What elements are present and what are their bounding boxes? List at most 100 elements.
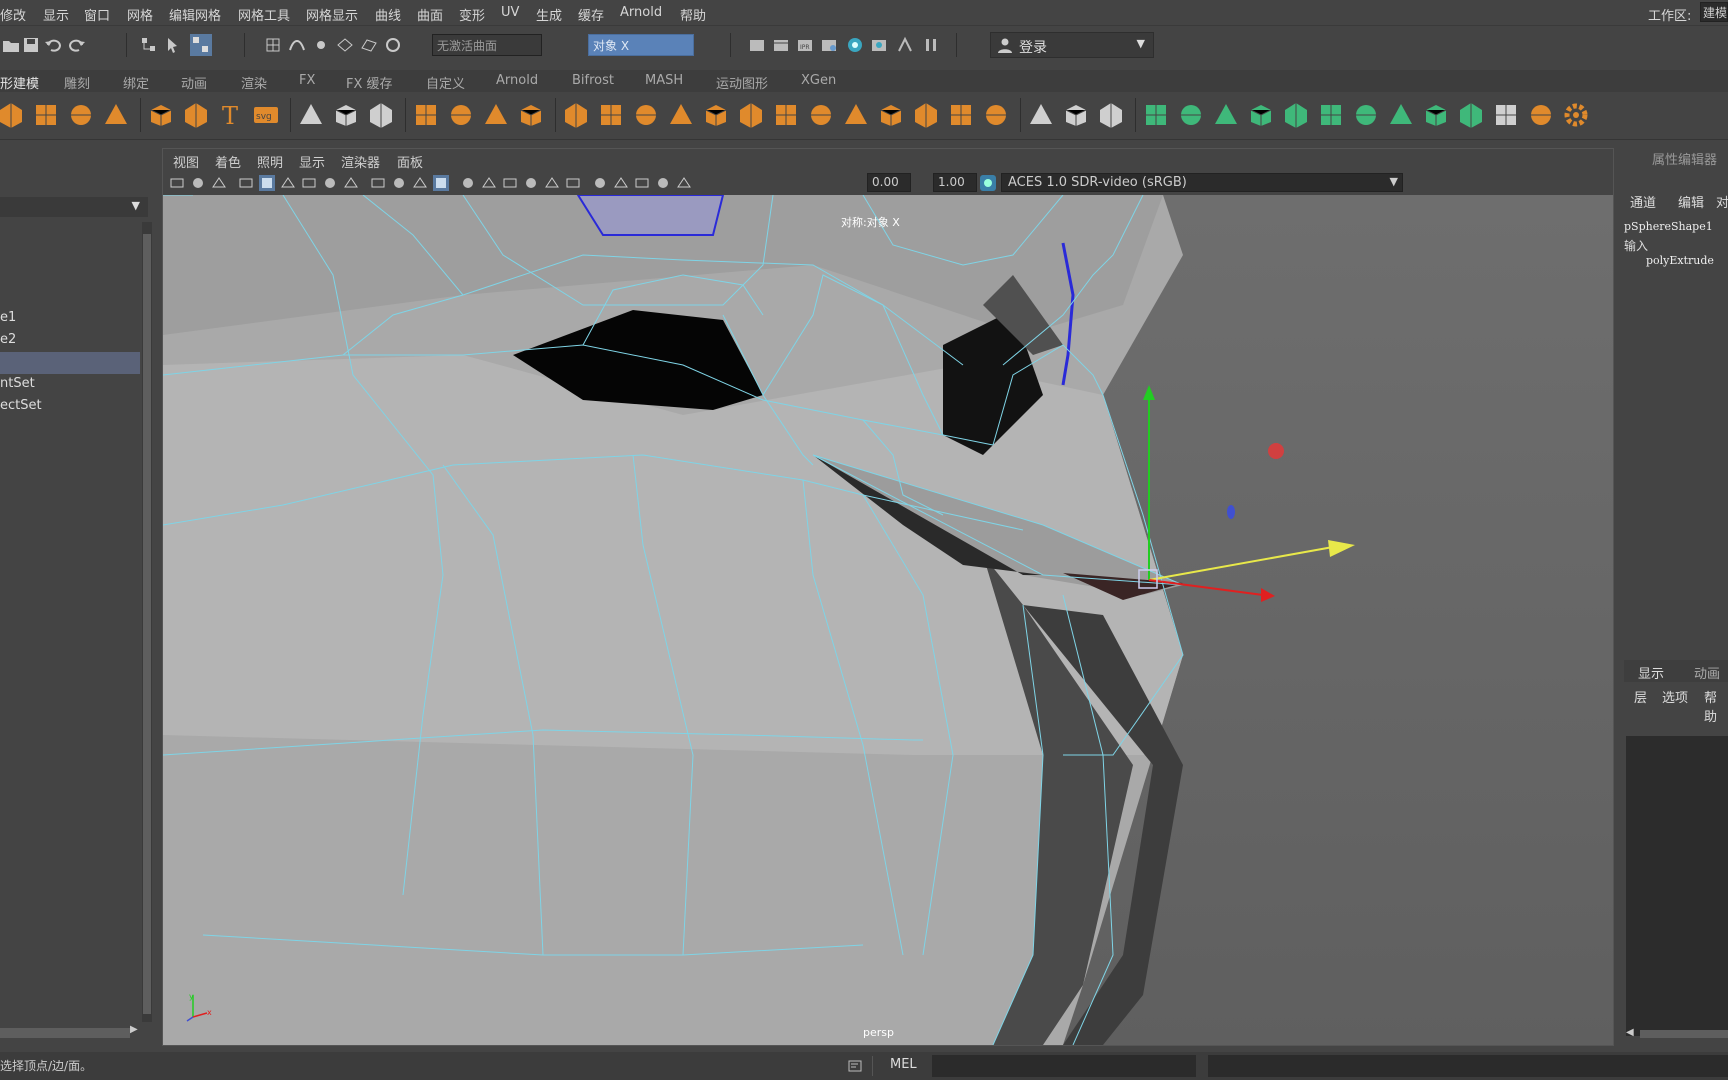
arnold-render-icon[interactable]: [896, 36, 914, 54]
outliner-hscrollbar[interactable]: [0, 1028, 130, 1038]
sphere-grid-icon[interactable]: [841, 100, 871, 130]
tab-anim-layers[interactable]: 动画: [1694, 663, 1720, 682]
make-live-icon[interactable]: [384, 36, 402, 54]
textured-icon[interactable]: [481, 175, 497, 191]
lighting-icon[interactable]: [502, 175, 518, 191]
isolate-icon[interactable]: [613, 175, 629, 191]
shelf-tab-rigging[interactable]: 绑定: [123, 73, 149, 92]
menu-window[interactable]: 窗口: [84, 5, 110, 24]
ao-icon[interactable]: [544, 175, 560, 191]
menu-deform[interactable]: 变形: [459, 5, 485, 24]
poly-cube-icon[interactable]: [31, 100, 61, 130]
shelf-tab-fx-caching[interactable]: FX 缓存: [346, 73, 393, 92]
combine-icon[interactable]: [446, 100, 476, 130]
xray-joints-icon[interactable]: [655, 175, 671, 191]
measure-icon[interactable]: [296, 100, 326, 130]
mesh-icon[interactable]: [946, 100, 976, 130]
3d-viewport[interactable]: y x 对称:对象 X persp: [163, 195, 1613, 1045]
pencil-icon[interactable]: [1026, 100, 1056, 130]
outliner-item[interactable]: e1: [0, 310, 16, 325]
select-hierarchy-icon[interactable]: [140, 36, 158, 54]
exposure-field[interactable]: 0.00: [867, 173, 911, 192]
snap-grid-icon[interactable]: [264, 36, 282, 54]
cylinder-icon[interactable]: [66, 100, 96, 130]
frame-icon[interactable]: [1061, 100, 1091, 130]
scroll-left-icon[interactable]: ◀: [1626, 1027, 1634, 1038]
workspace-dropdown[interactable]: 建模: [1700, 2, 1728, 22]
save-icon[interactable]: [22, 36, 40, 54]
cross-icon[interactable]: [1351, 100, 1381, 130]
mirror-icon[interactable]: [411, 100, 441, 130]
shelf-tab-sculpt[interactable]: 雕刻: [64, 73, 90, 92]
resolution-gate-icon[interactable]: [301, 175, 317, 191]
layer-hscrollbar[interactable]: [1640, 1030, 1728, 1038]
text-icon[interactable]: T: [216, 100, 246, 130]
plane-icon[interactable]: [911, 100, 941, 130]
green-half-icon[interactable]: [1211, 100, 1241, 130]
menu-edit-mesh[interactable]: 编辑网格: [169, 5, 221, 24]
film-gate-icon[interactable]: [280, 175, 296, 191]
symmetry-dropdown[interactable]: 对象 X: [588, 34, 694, 56]
star-icon[interactable]: [181, 100, 211, 130]
split-icon[interactable]: [1456, 100, 1486, 130]
render-sequence-icon[interactable]: [772, 36, 790, 54]
shadows-icon[interactable]: [523, 175, 539, 191]
smooth-icon[interactable]: [561, 100, 591, 130]
merge-icon[interactable]: [736, 100, 766, 130]
redo-icon[interactable]: [68, 36, 86, 54]
motion-blur-icon[interactable]: [565, 175, 581, 191]
axis-icon[interactable]: [1491, 100, 1521, 130]
soccer-ball-icon[interactable]: [146, 100, 176, 130]
layer-menu-options[interactable]: 选项: [1662, 687, 1688, 706]
vp-menu-panels[interactable]: 面板: [397, 152, 423, 171]
shape-node-name[interactable]: pSphereShape1: [1624, 220, 1713, 233]
safe-action-icon[interactable]: [370, 175, 386, 191]
safe-title-icon[interactable]: [391, 175, 407, 191]
menu-curves[interactable]: 曲线: [375, 5, 401, 24]
camera-icon[interactable]: [169, 175, 185, 191]
vp-menu-shading[interactable]: 着色: [215, 152, 241, 171]
wire-on-shaded-icon[interactable]: [460, 175, 476, 191]
select-component-icon[interactable]: [190, 34, 212, 56]
outliner-search-bar[interactable]: ▼: [0, 197, 148, 217]
layer-menu-layers[interactable]: 层: [1634, 687, 1647, 706]
login-dropdown[interactable]: 登录 ▼: [990, 32, 1154, 58]
shelf-tab-motion-graphics[interactable]: 运动图形: [716, 73, 768, 92]
mesh-render[interactable]: [163, 195, 1613, 1045]
poly-sphere-icon[interactable]: [0, 100, 26, 130]
aa-icon[interactable]: [592, 175, 608, 191]
menu-surfaces[interactable]: 曲面: [417, 5, 443, 24]
brush-icon[interactable]: [1096, 100, 1126, 130]
vp-menu-lighting[interactable]: 照明: [257, 152, 283, 171]
tab-channels[interactable]: 通道: [1630, 192, 1656, 211]
snap-curve-icon[interactable]: [288, 36, 306, 54]
menu-arnold[interactable]: Arnold: [620, 5, 662, 20]
shelf-tab-arnold[interactable]: Arnold: [496, 73, 538, 88]
wireframe-icon[interactable]: [412, 175, 428, 191]
selected-face[interactable]: [576, 195, 725, 236]
separate-icon[interactable]: [481, 100, 511, 130]
scissors-icon[interactable]: [1386, 100, 1416, 130]
cut-icon[interactable]: [806, 100, 836, 130]
menu-cache[interactable]: 缓存: [578, 5, 604, 24]
vp-menu-view[interactable]: 视图: [173, 152, 199, 171]
attribute-editor-title[interactable]: 属性编辑器: [1652, 149, 1717, 168]
green-box-icon[interactable]: [1141, 100, 1171, 130]
mel-label[interactable]: MEL: [890, 1057, 917, 1072]
color-management-icon[interactable]: [979, 174, 997, 192]
pipe-icon[interactable]: [1421, 100, 1451, 130]
shelf-tab-fx[interactable]: FX: [299, 73, 315, 88]
torus-icon[interactable]: [101, 100, 131, 130]
gamma-field[interactable]: 1.00: [933, 173, 977, 192]
shelf-tab-modeling[interactable]: 形建模: [0, 73, 39, 92]
live-surface-field[interactable]: 无激活曲面: [432, 34, 542, 56]
outliner-item[interactable]: ectSet: [0, 398, 42, 413]
input-node-name[interactable]: polyExtrude: [1646, 254, 1714, 267]
orange-cube-icon[interactable]: [1526, 100, 1556, 130]
smooth-shade-icon[interactable]: [433, 175, 449, 191]
tab-object[interactable]: 对: [1716, 192, 1728, 211]
boolean-icon[interactable]: [876, 100, 906, 130]
snap-point-icon[interactable]: [312, 36, 330, 54]
vp-menu-show[interactable]: 显示: [299, 152, 325, 171]
grid-icon[interactable]: [259, 175, 275, 191]
